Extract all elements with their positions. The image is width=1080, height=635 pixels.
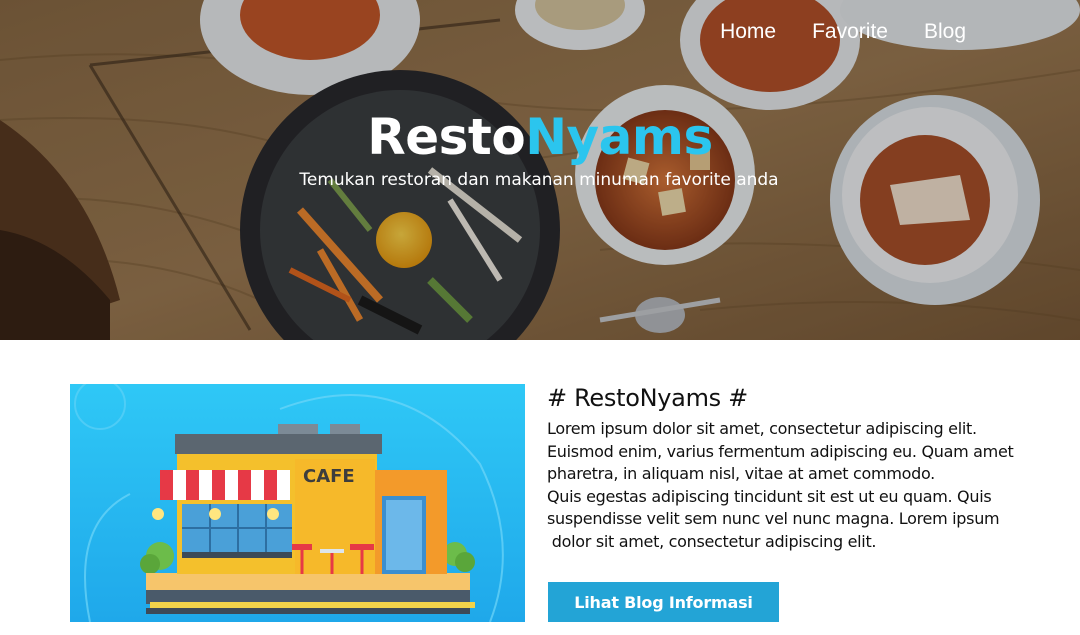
nav-home-link[interactable]: Home bbox=[720, 20, 776, 44]
info-text-line: dolor sit amet, consectetur adipiscing e… bbox=[547, 531, 877, 551]
cafe-illustration: CAFE bbox=[70, 384, 525, 622]
info-text-line: Euismod enim, varius fermentum adipiscin… bbox=[547, 441, 1014, 461]
brand-primary: Resto bbox=[367, 108, 526, 166]
hero-tagline: Temukan restoran dan makanan minuman fav… bbox=[299, 170, 779, 190]
hero-banner: Home Favorite Blog RestoNyams Temukan re… bbox=[0, 0, 1080, 340]
info-heading: # RestoNyams # bbox=[547, 384, 748, 412]
brand-title: RestoNyams bbox=[0, 108, 1080, 166]
info-text-line: pharetra, in aliquam nisl, vitae at amet… bbox=[547, 464, 935, 484]
cafe-sign-text: CAFE bbox=[303, 466, 355, 487]
main-nav: Home Favorite Blog bbox=[684, 20, 966, 44]
brand-accent: Nyams bbox=[525, 108, 713, 166]
nav-blog-link[interactable]: Blog bbox=[924, 20, 966, 44]
info-text-line: suspendisse velit sem nunc vel nunc magn… bbox=[547, 509, 1000, 529]
nav-favorite-link[interactable]: Favorite bbox=[812, 20, 888, 44]
cafe-building-image: CAFE bbox=[70, 384, 525, 622]
info-text-line: Lorem ipsum dolor sit amet, consectetur … bbox=[547, 419, 977, 438]
info-section: # RestoNyams # Lorem ipsum dolor sit ame… bbox=[547, 384, 1017, 554]
blog-info-button[interactable]: Lihat Blog Informasi bbox=[548, 582, 779, 622]
info-text-line: Quis egestas adipiscing tincidunt sit es… bbox=[547, 486, 992, 506]
